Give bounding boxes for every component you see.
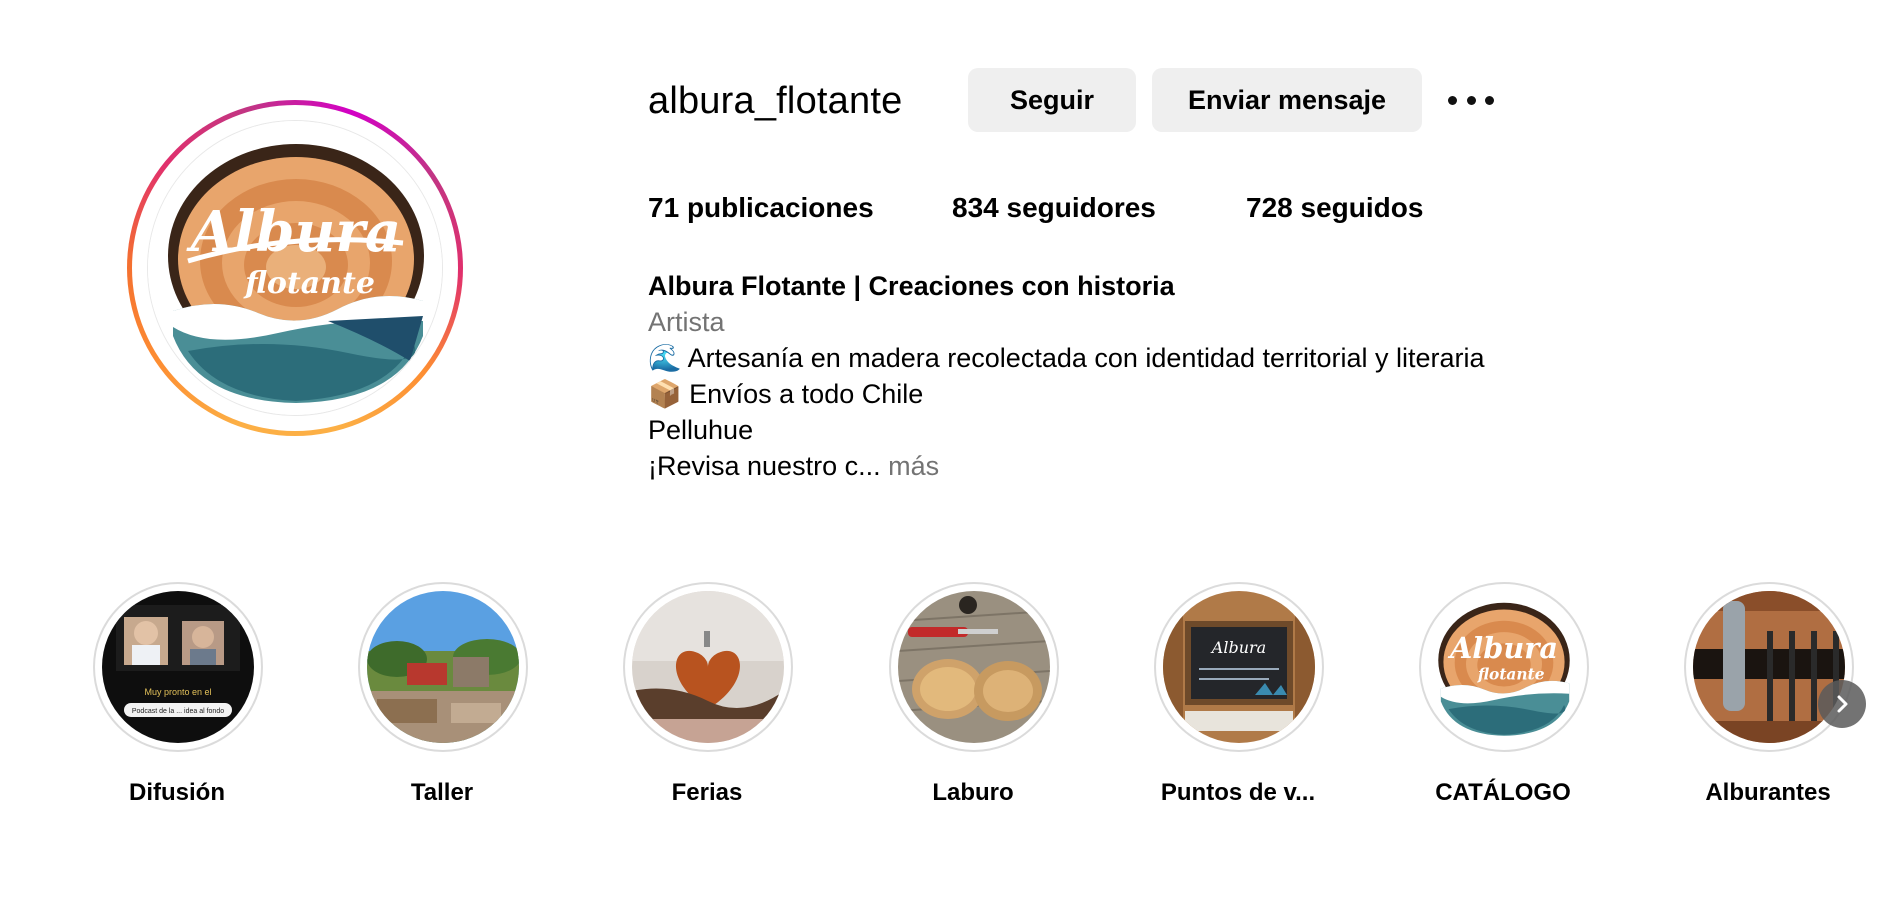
catalog-logo-text: Albura	[1447, 631, 1558, 665]
posts-label: publicaciones	[686, 192, 874, 223]
highlight-thumbnail	[367, 591, 519, 743]
bio-line-shipping: 📦 Envíos a todo Chile	[648, 379, 924, 409]
highlight-ring[interactable]: Muy pronto en el Podcast de la ... idea …	[93, 582, 263, 752]
posts-count: 71 publicaciones	[648, 191, 874, 225]
dot	[1485, 95, 1494, 105]
highlight-thumbnail: Albura flotante	[1428, 591, 1580, 743]
following-label: seguidos	[1300, 192, 1424, 223]
highlight-ring[interactable]: Albura	[1154, 582, 1324, 752]
profile-username: albura_flotante	[648, 80, 903, 122]
followers-number: 834	[952, 192, 999, 223]
profile-avatar[interactable]: Albura flotante	[147, 120, 443, 416]
highlight-label: Alburantes	[1705, 779, 1831, 806]
following-link[interactable]: 728 seguidos	[1246, 191, 1423, 225]
highlight-thumbnail: Muy pronto en el Podcast de la ... idea …	[102, 591, 254, 743]
highlight-ring[interactable]	[358, 582, 528, 752]
avatar-ring-gap: Albura flotante	[132, 105, 458, 431]
difusion-banner-text: Muy pronto en el	[144, 687, 211, 697]
bio-line-truncated: ¡Revisa nuestro c... más	[648, 448, 1485, 484]
albura-logo-image: Albura flotante	[148, 121, 442, 415]
catalog-logo-subtext: flotante	[1477, 665, 1545, 683]
bio-truncated-text: ¡Revisa nuestro c...	[648, 451, 881, 481]
highlight-label: Ferias	[671, 779, 743, 806]
highlight-thumbnail	[1693, 591, 1845, 743]
profile-full-name: Albura Flotante | Creaciones con histori…	[648, 271, 1175, 301]
profile-bio: Albura Flotante | Creaciones con histori…	[648, 268, 1485, 484]
highlight-label: Puntos de v...	[1160, 779, 1316, 806]
story-highlights: Muy pronto en el Podcast de la ... idea …	[0, 582, 1894, 812]
logo-text-flotante: flotante	[243, 266, 375, 301]
highlight-thumbnail	[632, 591, 784, 743]
highlight-label: Difusión	[129, 779, 225, 806]
highlight-ring[interactable]	[623, 582, 793, 752]
bio-more-link[interactable]: más	[888, 451, 939, 481]
posts-number: 71	[648, 192, 680, 223]
send-message-button[interactable]: Enviar mensaje	[1152, 68, 1422, 132]
dot	[1448, 95, 1457, 105]
followers-label: seguidores	[1006, 192, 1156, 223]
difusion-chip-text: Podcast de la ... idea al fondo	[132, 708, 224, 715]
highlight-label: Laburo	[932, 779, 1014, 806]
follow-button[interactable]: Seguir	[968, 68, 1136, 132]
following-number: 728	[1246, 192, 1293, 223]
highlight-label: Taller	[410, 779, 474, 806]
highlight-label: CATÁLOGO	[1435, 779, 1571, 806]
dot	[1466, 95, 1476, 105]
highlight-ring[interactable]	[889, 582, 1059, 752]
highlights-next-arrow-icon[interactable]	[1818, 680, 1866, 728]
chalkboard-logo-text: Albura	[1210, 638, 1266, 657]
highlight-ring[interactable]: Albura flotante	[1419, 582, 1589, 752]
highlight-thumbnail: Albura	[1163, 591, 1315, 743]
profile-avatar-ring[interactable]: Albura flotante	[127, 100, 463, 436]
profile-category: Artista	[648, 307, 725, 337]
followers-link[interactable]: 834 seguidores	[952, 191, 1156, 225]
highlight-thumbnail	[898, 591, 1050, 743]
highlight-ring[interactable]	[1684, 582, 1854, 752]
bio-line-craft: 🌊 Artesanía en madera recolectada con id…	[648, 343, 1485, 373]
more-options-icon[interactable]	[1446, 88, 1496, 112]
bio-line-location: Pelluhue	[648, 415, 754, 445]
